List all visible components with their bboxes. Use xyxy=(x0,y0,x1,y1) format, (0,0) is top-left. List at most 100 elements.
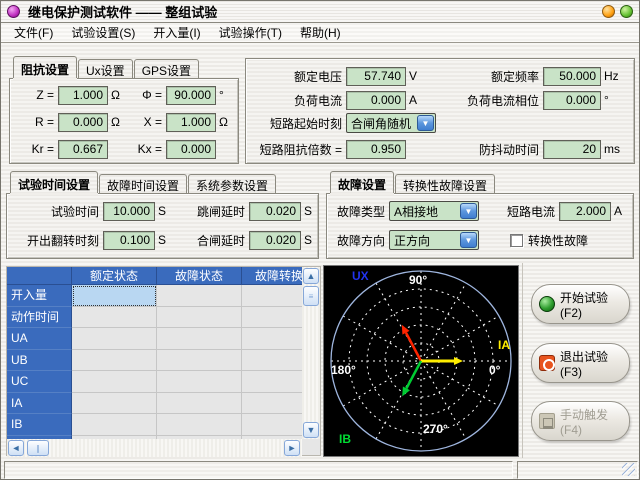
convertible-fault-checkbox[interactable] xyxy=(510,234,523,247)
kx-field[interactable]: 0.000 xyxy=(166,140,216,159)
table-cell[interactable] xyxy=(242,285,302,307)
menu-file[interactable]: 文件(F) xyxy=(5,24,62,42)
kr-label: Kr = xyxy=(20,142,54,156)
load-current-field[interactable]: 0.000 xyxy=(346,91,406,110)
exit-test-button[interactable]: 退出试验(F3) xyxy=(531,343,630,383)
tab-fault-settings[interactable]: 故障设置 xyxy=(330,171,394,193)
rated-voltage-label: 额定电压 xyxy=(246,68,342,85)
scroll-left-icon[interactable]: ◄ xyxy=(8,440,24,456)
r-unit: Ω xyxy=(111,115,120,129)
table-cell[interactable] xyxy=(157,307,242,329)
flip-time-field[interactable]: 0.100 xyxy=(103,231,155,250)
chevron-down-icon[interactable]: ▼ xyxy=(417,115,434,131)
table-cell[interactable] xyxy=(242,393,302,415)
fault-direction-dropdown[interactable]: 正方向 ▼ xyxy=(389,230,479,250)
table-cell[interactable] xyxy=(72,350,157,372)
polar-grid xyxy=(324,266,518,456)
ux-axis-label: UX xyxy=(352,269,369,283)
table-cell[interactable] xyxy=(157,414,242,436)
table-row: UB xyxy=(7,350,302,372)
horizontal-scroll-thumb[interactable]: ∥ xyxy=(27,440,49,456)
phi-field[interactable]: 90.000 xyxy=(166,86,216,105)
phi-label: Φ = xyxy=(128,88,162,102)
x-field[interactable]: 1.000 xyxy=(166,113,216,132)
scroll-down-icon[interactable]: ▼ xyxy=(303,422,319,438)
load-phase-field[interactable]: 0.000 xyxy=(543,91,601,110)
trip-delay-field[interactable]: 0.020 xyxy=(249,202,301,221)
chevron-down-icon[interactable]: ▼ xyxy=(460,203,477,219)
table-cell[interactable] xyxy=(157,328,242,350)
close-delay-field[interactable]: 0.020 xyxy=(249,231,301,250)
exit-test-label: 退出试验(F3) xyxy=(560,348,629,379)
table-cell[interactable] xyxy=(242,307,302,329)
table-cell[interactable] xyxy=(72,371,157,393)
tab-ux-settings[interactable]: Ux设置 xyxy=(78,59,133,78)
rated-voltage-field[interactable]: 57.740 xyxy=(346,67,406,86)
debounce-field[interactable]: 20 xyxy=(543,140,601,159)
manual-trigger-button: 手动触发(F4) xyxy=(531,401,630,441)
ia-axis-label: IA xyxy=(498,338,510,352)
tab-gps-settings[interactable]: GPS设置 xyxy=(134,59,199,78)
row-label: UB xyxy=(7,350,72,372)
scroll-right-icon[interactable]: ► xyxy=(284,440,300,456)
impedance-mult-field[interactable]: 0.950 xyxy=(346,140,406,159)
tab-convertible-fault[interactable]: 转换性故障设置 xyxy=(395,174,495,193)
fault-type-dropdown[interactable]: A相接地 ▼ xyxy=(389,201,479,221)
table-cell-selected[interactable] xyxy=(72,285,157,307)
r-label: R = xyxy=(20,115,54,129)
deg270-label: 270° xyxy=(423,422,448,436)
menu-input[interactable]: 开入量(I) xyxy=(144,24,209,42)
chevron-down-icon[interactable]: ▼ xyxy=(460,232,477,248)
table-cell[interactable] xyxy=(242,350,302,372)
table-corner-cell xyxy=(7,267,72,285)
horizontal-scrollbar[interactable]: ◄ ∥ ► xyxy=(7,439,302,457)
timing-panel: 试验时间 10.000 S 跳闸延时 0.020 S 开出翻转时刻 0.100 … xyxy=(6,193,319,259)
table-cell[interactable] xyxy=(72,307,157,329)
minimize-button[interactable] xyxy=(602,5,615,18)
rated-freq-field[interactable]: 50.000 xyxy=(543,67,601,86)
titlebar: 继电保护测试软件 —— 整组试验 xyxy=(1,1,639,23)
short-current-field[interactable]: 2.000 xyxy=(559,202,611,221)
table-cell[interactable] xyxy=(72,414,157,436)
short-start-dropdown[interactable]: 合闸角随机 ▼ xyxy=(346,113,436,133)
vertical-scrollbar[interactable]: ▲ ≡ ▼ xyxy=(302,267,320,439)
tab-impedance-settings[interactable]: 阻抗设置 xyxy=(13,56,77,78)
test-time-field[interactable]: 10.000 xyxy=(103,202,155,221)
table-cell[interactable] xyxy=(242,328,302,350)
short-current-unit: A xyxy=(614,204,622,218)
table-cell[interactable] xyxy=(157,285,242,307)
vertical-scroll-thumb[interactable]: ≡ xyxy=(303,286,319,306)
z-field[interactable]: 1.000 xyxy=(58,86,108,105)
impedance-mult-label: 短路阻抗倍数 = xyxy=(246,141,342,158)
maximize-button[interactable] xyxy=(620,5,633,18)
short-start-label: 短路起始时刻 xyxy=(246,115,342,132)
table-cell[interactable] xyxy=(157,371,242,393)
action-button-panel: 开始试验(F2) 退出试验(F3) 手动触发(F4) xyxy=(522,263,638,458)
menu-help[interactable]: 帮助(H) xyxy=(291,24,350,42)
fault-type-value: A相接地 xyxy=(394,203,438,220)
table-cell[interactable] xyxy=(72,393,157,415)
tab-test-time[interactable]: 试验时间设置 xyxy=(10,171,98,193)
start-test-button[interactable]: 开始试验(F2) xyxy=(531,284,630,324)
menu-operate[interactable]: 试验操作(T) xyxy=(210,24,291,42)
deg180-label: 180° xyxy=(331,363,356,377)
table-row: IA xyxy=(7,393,302,415)
table-cell[interactable] xyxy=(72,328,157,350)
scroll-up-icon[interactable]: ▲ xyxy=(303,268,319,284)
impedance-panel: Z = 1.000 Ω Φ = 90.000 ° R = 0.000 Ω X =… xyxy=(9,78,239,164)
table-cell[interactable] xyxy=(242,414,302,436)
app-window: 继电保护测试软件 —— 整组试验 文件(F) 试验设置(S) 开入量(I) 试验… xyxy=(0,0,640,480)
table-cell[interactable] xyxy=(242,371,302,393)
fault-direction-label: 故障方向 xyxy=(327,232,385,249)
tab-system-params[interactable]: 系统参数设置 xyxy=(188,174,276,193)
table-cell[interactable] xyxy=(157,393,242,415)
menu-test-settings[interactable]: 试验设置(S) xyxy=(62,24,144,42)
resize-grip[interactable] xyxy=(622,463,635,476)
close-delay-label: 合闸延时 xyxy=(191,232,245,249)
kr-field[interactable]: 0.667 xyxy=(58,140,108,159)
r-field[interactable]: 0.000 xyxy=(58,113,108,132)
table-header-row: 额定状态 故障状态 故障转换 xyxy=(7,267,302,285)
table-cell[interactable] xyxy=(157,350,242,372)
short-start-value: 合闸角随机 xyxy=(351,115,411,132)
tab-fault-time[interactable]: 故障时间设置 xyxy=(99,174,187,193)
